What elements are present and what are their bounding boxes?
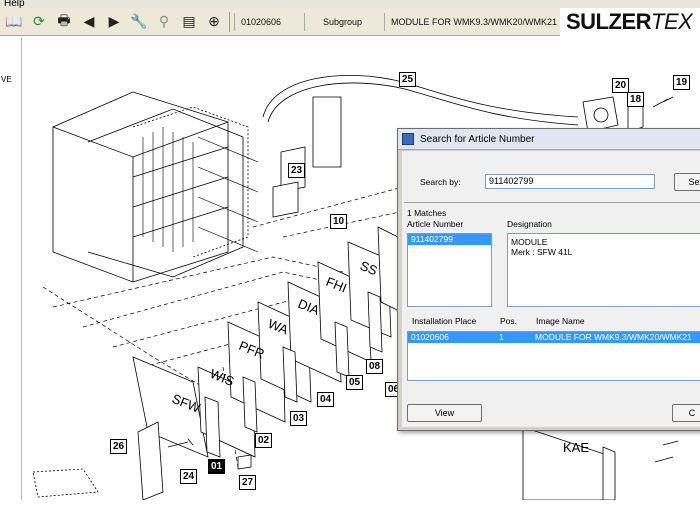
screw-19 xyxy=(652,96,674,108)
callout-23[interactable]: 23 xyxy=(288,163,306,178)
search-input[interactable]: 911402799 xyxy=(485,174,655,189)
menubar: Help xyxy=(0,0,700,8)
view-button[interactable]: View xyxy=(407,404,482,422)
binoculars-icon[interactable]: ⊕ xyxy=(203,11,225,33)
pos-header: Pos. xyxy=(500,316,518,326)
image-name-header: Image Name xyxy=(536,316,585,326)
callout-18[interactable]: 18 xyxy=(627,92,645,107)
left-panel-text: VE xyxy=(1,75,12,84)
designation-header: Designation xyxy=(507,219,552,229)
dialog-body: Search by: 911402799 Se 1 Matches Articl… xyxy=(402,151,700,427)
back-arrow-icon[interactable]: ◀ xyxy=(78,11,100,33)
installation-list[interactable]: 01020606 1 MODULE FOR WMK9.3/WMK20/WMK21 xyxy=(407,331,700,381)
callout-08[interactable]: 08 xyxy=(366,359,384,374)
installation-row[interactable]: 01020606 1 MODULE FOR WMK9.3/WMK20/WMK21 xyxy=(408,332,700,343)
app-icon xyxy=(402,133,414,145)
description-field: MODULE FOR WMK9.3/WMK20/WMK21 xyxy=(384,12,574,31)
callout-19[interactable]: 19 xyxy=(673,75,691,90)
close-button[interactable]: C xyxy=(672,404,700,422)
callout-04[interactable]: 04 xyxy=(317,392,335,407)
screw-lower-right xyxy=(654,440,679,463)
search-article-dialog: Search for Article Number Search by: 911… xyxy=(397,128,700,431)
wrench-icon[interactable]: 🔧 xyxy=(128,11,150,33)
dialog-titlebar[interactable]: Search for Article Number xyxy=(398,129,700,150)
callout-05[interactable]: 05 xyxy=(346,375,364,390)
brand-logo: SULZERTEX xyxy=(560,8,700,36)
document-icon[interactable]: ▤ xyxy=(178,11,200,33)
menu-help[interactable]: Help xyxy=(0,0,25,8)
toolbar-separator xyxy=(229,11,230,32)
image-name-cell: MODULE FOR WMK9.3/WMK20/WMK21 xyxy=(535,332,692,342)
article-list-item[interactable]: 911402799 xyxy=(408,234,491,245)
dialog-title: Search for Article Number xyxy=(420,133,535,145)
left-panel: VE xyxy=(0,37,22,500)
panel-label-kae: KAE xyxy=(563,440,589,455)
callout-10[interactable]: 10 xyxy=(330,214,348,229)
designation-box: MODULE Merk : SFW 41L xyxy=(507,233,700,307)
level-field: Subgroup xyxy=(304,12,384,31)
matches-label: 1 Matches xyxy=(407,208,447,218)
callout-27[interactable]: 27 xyxy=(239,475,257,490)
search-by-label: Search by: xyxy=(420,177,461,187)
rack-housing xyxy=(52,91,259,283)
detail-view xyxy=(32,468,99,498)
callout-02[interactable]: 02 xyxy=(255,433,273,448)
connector-20 xyxy=(582,96,619,133)
callout-20[interactable]: 20 xyxy=(612,78,630,93)
knob-27 xyxy=(237,454,252,470)
callout-25[interactable]: 25 xyxy=(399,72,417,87)
callout-03[interactable]: 03 xyxy=(290,411,308,426)
article-number-field: 01020606 xyxy=(234,12,304,31)
article-number-header: Article Number xyxy=(407,219,464,229)
callout-26[interactable]: 26 xyxy=(110,439,128,454)
search-button[interactable]: Se xyxy=(674,173,700,191)
designation-line-2: Merk : SFW 41L xyxy=(511,247,573,257)
print-icon[interactable]: 🖶 xyxy=(53,11,75,33)
article-number-list[interactable]: 911402799 xyxy=(407,233,492,307)
installation-place-header: Installation Place xyxy=(412,316,477,326)
open-book-icon[interactable]: 📖 xyxy=(3,11,25,33)
pos-cell: 1 xyxy=(499,332,504,342)
designation-line-1: MODULE xyxy=(511,237,548,247)
callout-24[interactable]: 24 xyxy=(180,469,198,484)
refresh-icon[interactable]: ⟳ xyxy=(28,11,50,33)
search-magnifier-icon[interactable]: ⚲ xyxy=(153,11,175,33)
matches-group-border xyxy=(404,202,700,203)
forward-arrow-icon[interactable]: ▶ xyxy=(103,11,125,33)
installation-place-cell: 01020606 xyxy=(411,332,449,342)
callout-01[interactable]: 01 xyxy=(208,459,226,474)
